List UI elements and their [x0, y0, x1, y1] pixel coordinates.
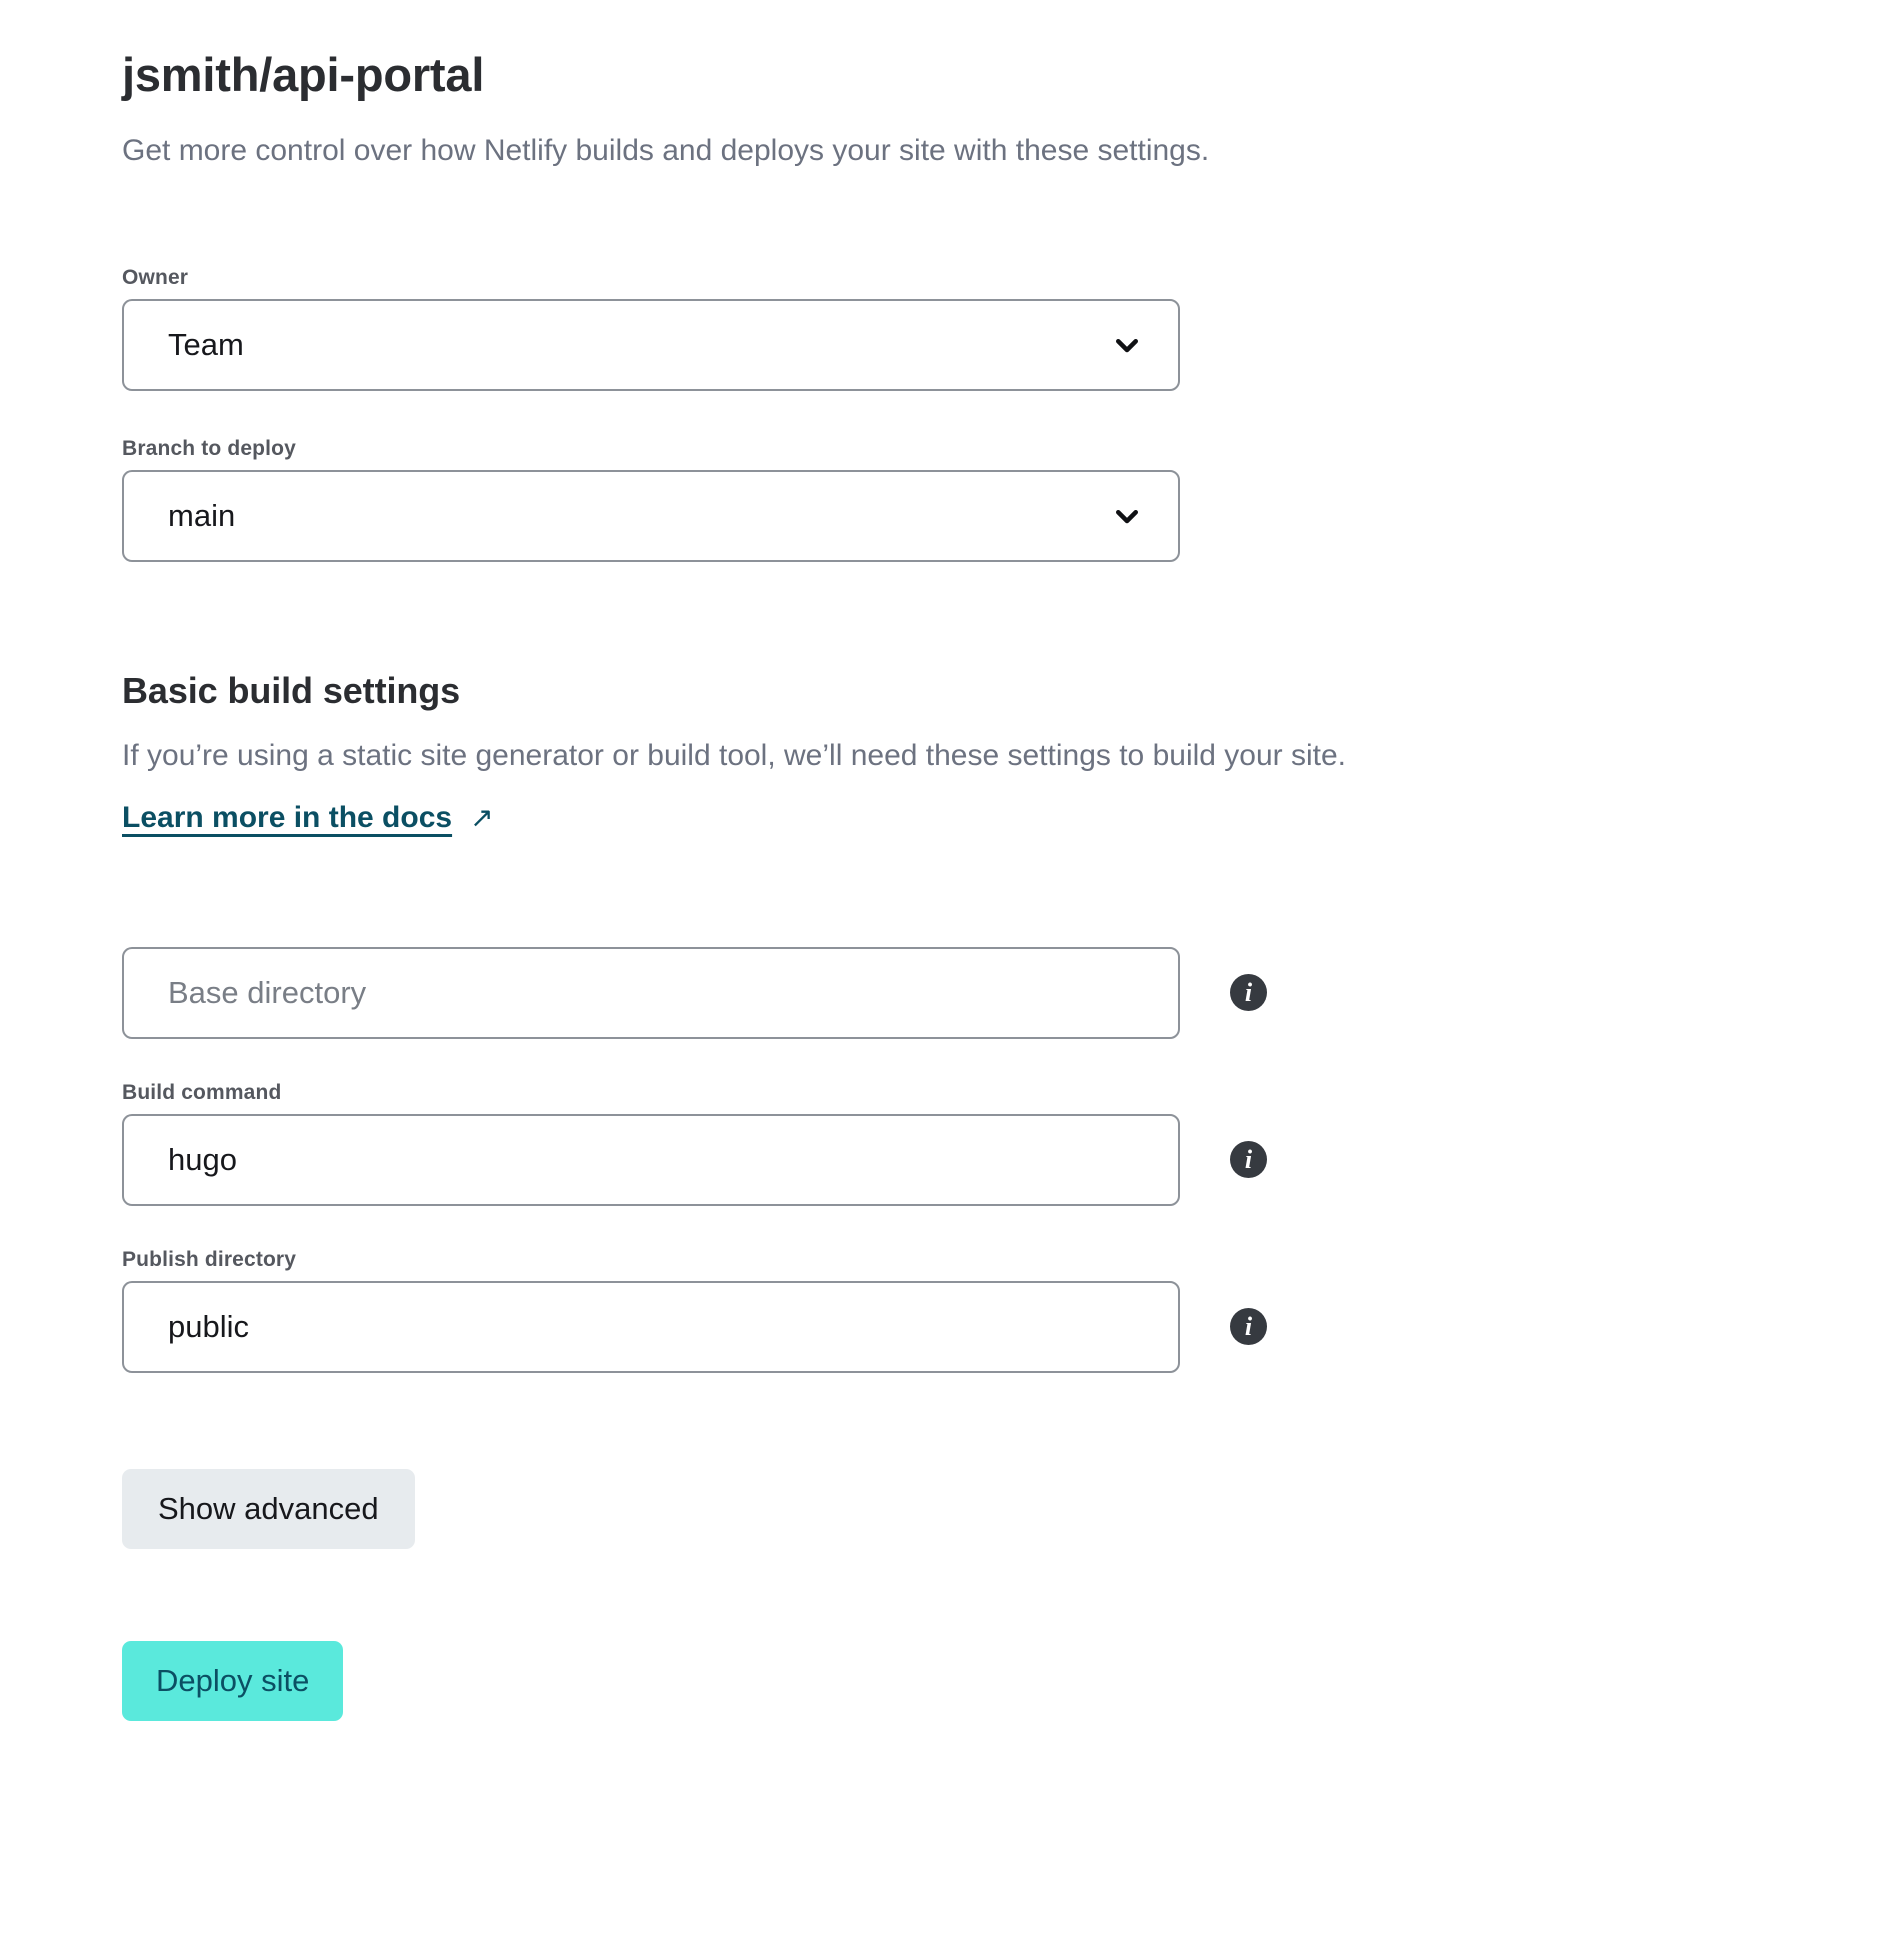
info-icon[interactable]: i: [1230, 974, 1267, 1012]
chevron-down-icon: [1112, 330, 1142, 360]
base-directory-row: Base directory i: [122, 946, 1894, 1039]
publish-directory-row: public i: [122, 1280, 1894, 1373]
owner-select[interactable]: Team: [122, 298, 1180, 391]
branch-selected-value: main: [168, 498, 236, 534]
publish-directory-label: Publish directory: [122, 1247, 297, 1271]
external-link-icon: ↗: [470, 801, 494, 833]
build-command-label: Build command: [122, 1080, 282, 1104]
show-advanced-button[interactable]: Show advanced: [122, 1468, 415, 1549]
build-command-field-group: Build command hugo i: [122, 1081, 1894, 1206]
deploy-site-row: Deploy site: [122, 1640, 1894, 1721]
owner-selected-value: Team: [168, 327, 244, 363]
info-icon[interactable]: i: [1230, 1308, 1267, 1346]
branch-select[interactable]: main: [122, 469, 1180, 562]
basic-build-settings-section: Basic build settings If you’re using a s…: [122, 670, 1894, 835]
publish-directory-input[interactable]: public: [122, 1280, 1180, 1373]
learn-more-docs-link[interactable]: Learn more in the docs: [122, 801, 452, 835]
owner-field-group: Owner Team: [122, 266, 1894, 391]
deploy-site-button[interactable]: Deploy site: [122, 1640, 344, 1721]
build-settings-page: jsmith/api-portal Get more control over …: [0, 0, 1894, 1958]
publish-directory-value: public: [168, 1309, 249, 1345]
page-content: jsmith/api-portal Get more control over …: [0, 0, 1894, 1721]
branch-field-group: Branch to deploy main: [122, 437, 1894, 562]
base-directory-input[interactable]: Base directory: [122, 946, 1180, 1039]
chevron-down-icon: [1112, 501, 1142, 531]
docs-link-row: Learn more in the docs ↗: [122, 801, 494, 835]
base-directory-placeholder: Base directory: [168, 975, 367, 1011]
section-description: If you’re using a static site generator …: [122, 738, 1347, 772]
section-title: Basic build settings: [122, 669, 461, 711]
branch-label: Branch to deploy: [122, 436, 296, 460]
owner-label: Owner: [122, 265, 189, 289]
show-advanced-row: Show advanced: [122, 1468, 1894, 1549]
info-icon[interactable]: i: [1230, 1141, 1267, 1179]
page-subtitle: Get more control over how Netlify builds…: [122, 133, 1210, 167]
page-title: jsmith/api-portal: [122, 48, 485, 101]
build-command-value: hugo: [168, 1142, 237, 1178]
publish-directory-field-group: Publish directory public i: [122, 1248, 1894, 1373]
base-directory-field-group: Base directory i: [122, 946, 1894, 1039]
build-command-row: hugo i: [122, 1113, 1894, 1206]
build-command-input[interactable]: hugo: [122, 1113, 1180, 1206]
